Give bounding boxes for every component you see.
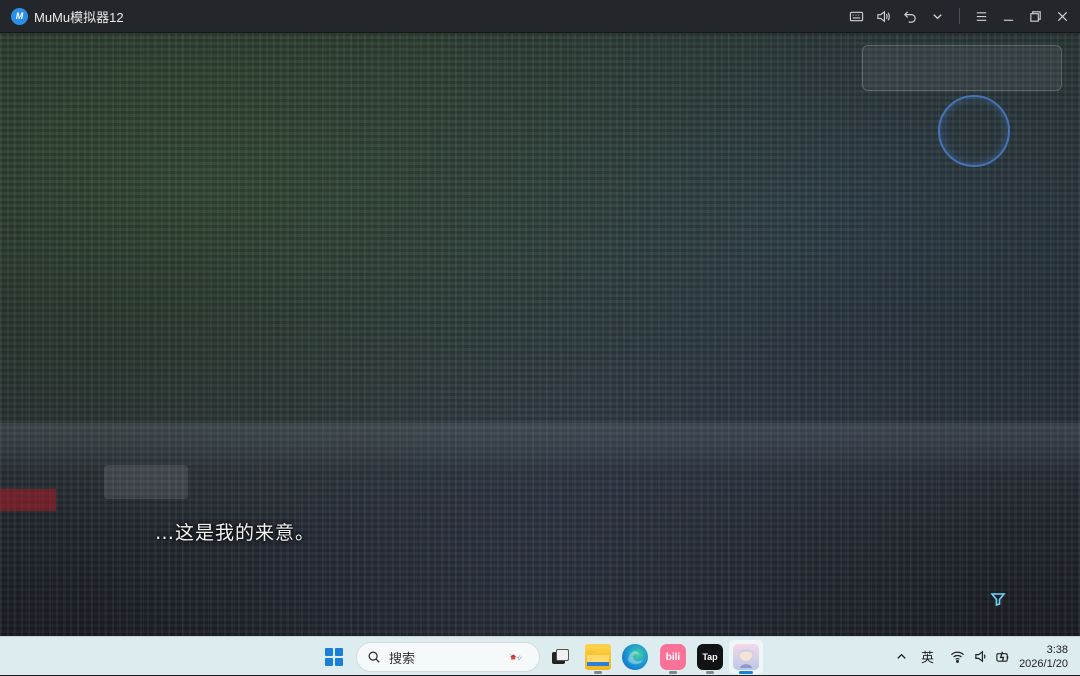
edge-browser-icon[interactable] [622, 644, 648, 670]
speaker-name-tag [104, 465, 188, 499]
search-highlight-icon [491, 646, 531, 668]
volume-icon[interactable] [870, 0, 897, 33]
titlebar-divider [959, 8, 960, 24]
windows-start-icon[interactable] [321, 644, 347, 670]
system-tray: 英 3:38 2026/1/20 [888, 637, 1080, 676]
hud-top-right-panel[interactable] [862, 45, 1062, 91]
minimize-icon[interactable] [995, 0, 1022, 33]
system-clock[interactable]: 3:38 2026/1/20 [1019, 643, 1068, 671]
taptap-icon[interactable]: Tap [697, 644, 723, 674]
chevron-up-icon[interactable] [894, 649, 909, 664]
game-screen[interactable]: …这是我的来意。 [0, 33, 1080, 636]
bilibili-label: bili [665, 651, 681, 663]
battery-charging-icon[interactable] [995, 649, 1010, 664]
input-method-indicator[interactable]: 英 [921, 647, 934, 666]
running-indicator [594, 671, 602, 674]
keyboard-icon[interactable] [843, 0, 870, 33]
menu-icon[interactable] [968, 0, 995, 33]
close-icon[interactable] [1049, 0, 1076, 33]
search-placeholder: 搜索 [389, 650, 416, 666]
bilibili-icon[interactable]: bili [660, 644, 686, 674]
mumu-logo-icon: M [11, 7, 28, 25]
clock-date: 2026/1/20 [1019, 657, 1068, 670]
game-scene-texture [0, 33, 1080, 636]
running-indicator [669, 671, 677, 674]
back-icon[interactable] [897, 0, 924, 33]
window-title: MuMu模拟器12 [34, 9, 124, 25]
dialog-text: …这是我的来意。 [155, 522, 316, 544]
speaker-icon[interactable] [974, 649, 989, 664]
windows-taskbar: 搜索 bili Tap 英 3:38 2026/1/20 [0, 636, 1080, 675]
clock-time: 3:38 [1046, 643, 1068, 656]
taskbar-search-box[interactable]: 搜索 [356, 642, 540, 672]
emulator-titlebar: M MuMu模拟器12 [0, 0, 1080, 33]
taptap-label: Tap [702, 652, 718, 662]
running-indicator [706, 671, 714, 674]
search-icon [368, 651, 380, 663]
mumu-app-icon[interactable] [733, 644, 759, 674]
red-scene-marker [0, 489, 56, 511]
wifi-icon[interactable] [950, 649, 965, 664]
file-explorer-icon[interactable] [585, 644, 611, 674]
chevron-down-icon[interactable] [924, 0, 951, 33]
filter-icon[interactable] [988, 589, 1008, 609]
restore-icon[interactable] [1022, 0, 1049, 33]
hud-ring-indicator [938, 95, 1010, 167]
active-indicator [739, 671, 753, 674]
task-view-icon[interactable] [547, 644, 573, 670]
